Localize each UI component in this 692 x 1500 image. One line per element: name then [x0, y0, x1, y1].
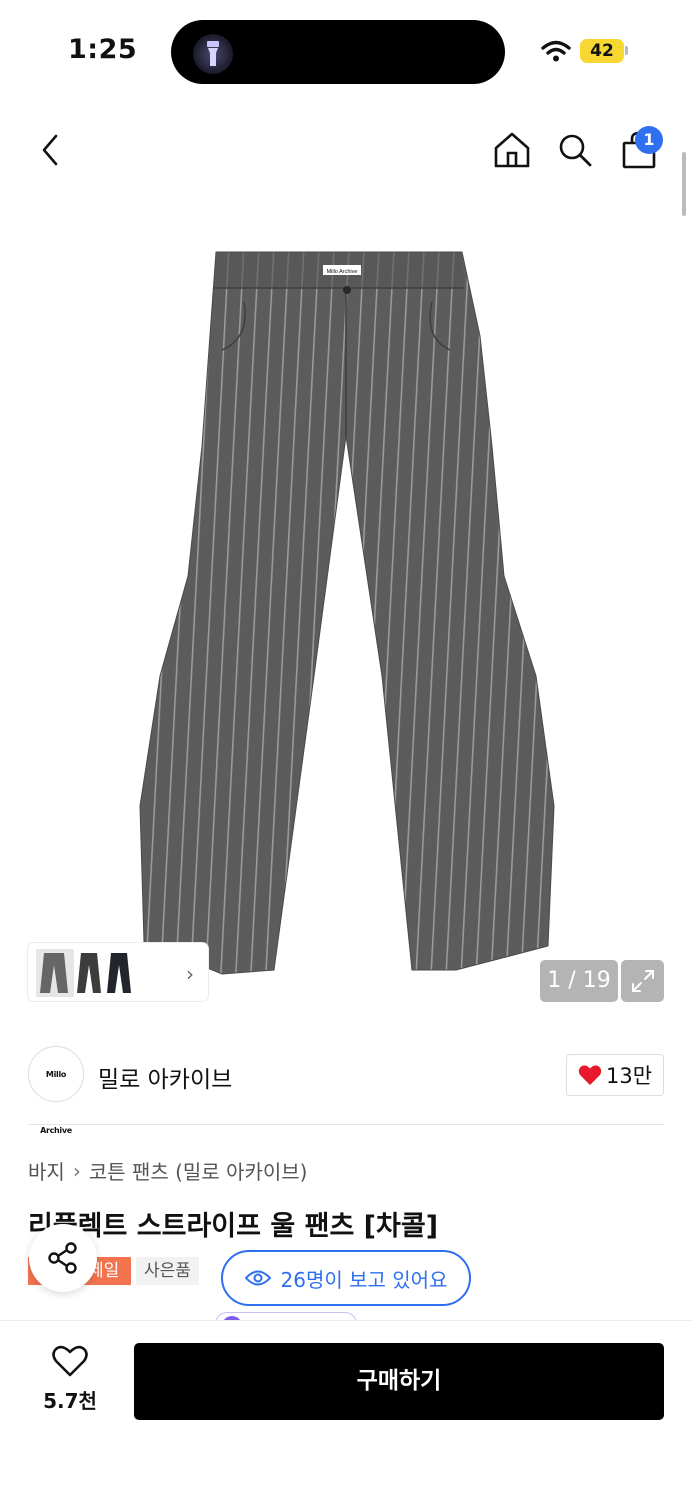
- chevron-right-icon[interactable]: ›: [186, 962, 194, 986]
- breadcrumb-separator-icon: ›: [72, 1158, 81, 1183]
- cart-count-badge: 1: [635, 126, 663, 154]
- status-bar: 1:25 42: [0, 0, 692, 100]
- brand-name[interactable]: 밀로 아카이브: [98, 1060, 232, 1094]
- home-button[interactable]: [487, 120, 537, 180]
- divider: [28, 1124, 664, 1125]
- status-time: 1:25: [68, 34, 138, 65]
- viewers-text: 26명이 보고 있어요: [280, 1267, 448, 1292]
- bottom-action-bar: 5.7천 구매하기: [0, 1320, 692, 1500]
- product-image[interactable]: Millo Archive: [132, 246, 562, 978]
- share-button[interactable]: [29, 1224, 97, 1292]
- breadcrumb: 바지 › 코튼 팬츠 (밀로 아카이브): [28, 1156, 308, 1185]
- image-counter: 1 / 19: [540, 960, 618, 1002]
- brand-like-button[interactable]: 13만: [566, 1054, 664, 1096]
- brand-logo[interactable]: Millo Archive: [28, 1046, 84, 1135]
- search-icon: [559, 134, 592, 167]
- thumbnail-2[interactable]: [74, 949, 104, 997]
- wifi-icon: [541, 40, 571, 66]
- expand-button[interactable]: [621, 960, 664, 1002]
- viewers-badge: 26명이 보고 있어요: [221, 1250, 471, 1306]
- eye-icon: [244, 1270, 271, 1286]
- search-button[interactable]: [550, 120, 600, 180]
- breadcrumb-category[interactable]: 바지: [28, 1156, 65, 1185]
- thumbnail-3[interactable]: [104, 949, 134, 997]
- brand-like-count: 13만: [605, 1064, 653, 1088]
- home-icon: [494, 132, 530, 168]
- gift-tag: 사은품: [136, 1257, 199, 1285]
- expand-icon: [631, 970, 654, 992]
- back-button[interactable]: [25, 120, 75, 180]
- heart-filled-icon: [578, 1065, 602, 1085]
- heart-outline-icon: [52, 1345, 88, 1377]
- top-navigation: [0, 120, 692, 180]
- wishlist-button[interactable]: 5.7천: [40, 1345, 100, 1414]
- garment-label: Millo Archive: [327, 269, 358, 275]
- thumbnail-1[interactable]: [36, 949, 74, 997]
- breadcrumb-subcategory[interactable]: 코튼 팬츠 (밀로 아카이브): [89, 1156, 308, 1185]
- flashlight-icon: [193, 34, 233, 74]
- chevron-left-icon: [42, 134, 58, 166]
- battery-indicator: 42: [580, 39, 624, 63]
- thumbnail-strip[interactable]: [28, 943, 208, 1001]
- scroll-indicator[interactable]: [682, 152, 686, 216]
- battery-tip: [625, 46, 628, 55]
- buy-button[interactable]: 구매하기: [134, 1343, 664, 1420]
- brand-row: Millo Archive 밀로 아카이브 13만: [28, 1046, 664, 1135]
- share-icon: [48, 1242, 77, 1274]
- wishlist-count: 5.7천: [43, 1389, 97, 1413]
- dynamic-island: [171, 20, 505, 84]
